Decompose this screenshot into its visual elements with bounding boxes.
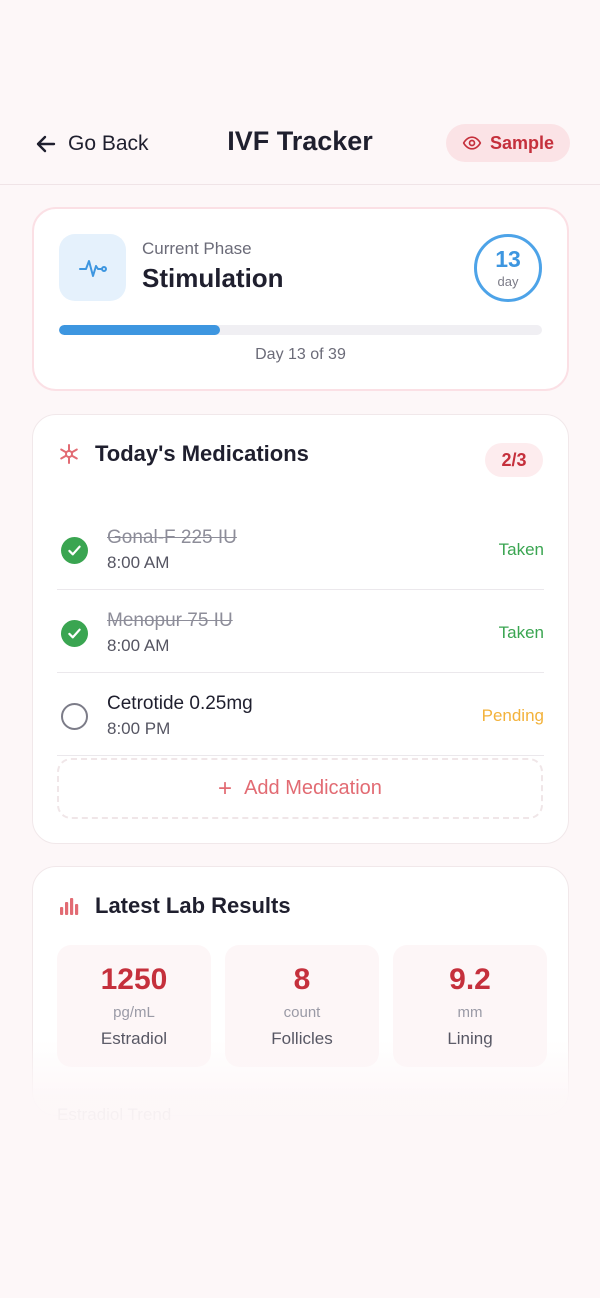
lab-results-card: Latest Lab Results 1250 pg/mL Estradiol … (32, 866, 569, 1124)
lab-tile-lining[interactable]: 9.2 mm Lining (393, 945, 547, 1067)
medications-header: Today's Medications (57, 441, 309, 467)
lab-unit: count (283, 1004, 321, 1021)
medication-checkbox[interactable] (61, 703, 88, 730)
estradiol-trend-label: Estradiol Trend (57, 1105, 172, 1124)
medication-status: Taken (498, 540, 544, 559)
lab-label: Lining (447, 1029, 493, 1048)
phase-progress-text: Day 13 of 39 (255, 346, 346, 363)
arrow-left-icon (36, 135, 56, 153)
medication-item[interactable]: Menopur 75 IU 8:00 AM Taken (57, 590, 544, 673)
check-icon (68, 628, 81, 639)
heartbeat-icon (78, 259, 107, 277)
phase-name: Stimulation (142, 263, 284, 293)
medication-status: Taken (498, 623, 544, 642)
day-counter: 13 day (474, 234, 542, 302)
check-icon (68, 545, 81, 556)
medication-time: 8:00 PM (107, 719, 171, 738)
medication-name: Menopur 75 IU (107, 610, 233, 631)
eye-icon (462, 136, 482, 150)
medications-title: Today's Medications (95, 441, 309, 466)
bar-chart-icon (60, 898, 79, 915)
asterisk-icon (60, 444, 78, 464)
medication-time: 8:00 AM (107, 553, 170, 572)
medication-name: Gonal-F 225 IU (107, 527, 237, 548)
phase-icon-tile (59, 234, 126, 301)
medication-item[interactable]: Cetrotide 0.25mg 8:00 PM Pending (57, 673, 544, 756)
medication-name: Cetrotide 0.25mg (107, 693, 253, 714)
lab-results-header: Latest Lab Results (57, 893, 291, 919)
medication-time: 8:00 AM (107, 636, 170, 655)
medication-checkbox[interactable] (61, 537, 88, 564)
lab-results-title: Latest Lab Results (95, 893, 291, 918)
day-unit: day (497, 273, 519, 289)
go-back-label: Go Back (68, 132, 149, 155)
sample-badge[interactable]: Sample (445, 124, 570, 162)
medications-count-badge: 2/3 (485, 443, 543, 477)
phase-progress-bar (59, 325, 542, 335)
medication-status: Pending (481, 706, 544, 725)
lab-result-tiles: 1250 pg/mL Estradiol 8 count Follicles 9… (57, 945, 547, 1067)
go-back-button[interactable]: Go Back (34, 130, 149, 158)
day-number: 13 (495, 245, 521, 272)
add-medication-label: Add Medication (244, 777, 382, 799)
lab-tile-estradiol[interactable]: 1250 pg/mL Estradiol (57, 945, 211, 1067)
plus-icon: + (218, 774, 233, 802)
lab-unit: pg/mL (113, 1004, 155, 1021)
sample-label: Sample (489, 132, 554, 153)
phase-progress-fill (59, 325, 220, 335)
lab-tile-follicles[interactable]: 8 count Follicles (225, 945, 379, 1067)
current-phase-card: Current Phase Stimulation 13 day Day 13 … (32, 207, 569, 391)
medications-card: Today's Medications 2/3 Gonal-F 225 IU 8… (32, 414, 569, 844)
lab-value: 1250 (100, 963, 168, 996)
lab-unit: mm (457, 1004, 483, 1021)
phase-label: Current Phase (142, 239, 252, 258)
lab-value: 9.2 (449, 963, 491, 996)
app-header: Go Back IVF Tracker Sample (0, 100, 600, 185)
medication-checkbox[interactable] (61, 620, 88, 647)
add-medication-button[interactable]: + Add Medication (57, 758, 543, 819)
medication-item[interactable]: Gonal-F 225 IU 8:00 AM Taken (57, 507, 544, 590)
lab-label: Estradiol (100, 1029, 168, 1048)
lab-value: 8 (293, 963, 311, 996)
lab-label: Follicles (271, 1029, 333, 1048)
